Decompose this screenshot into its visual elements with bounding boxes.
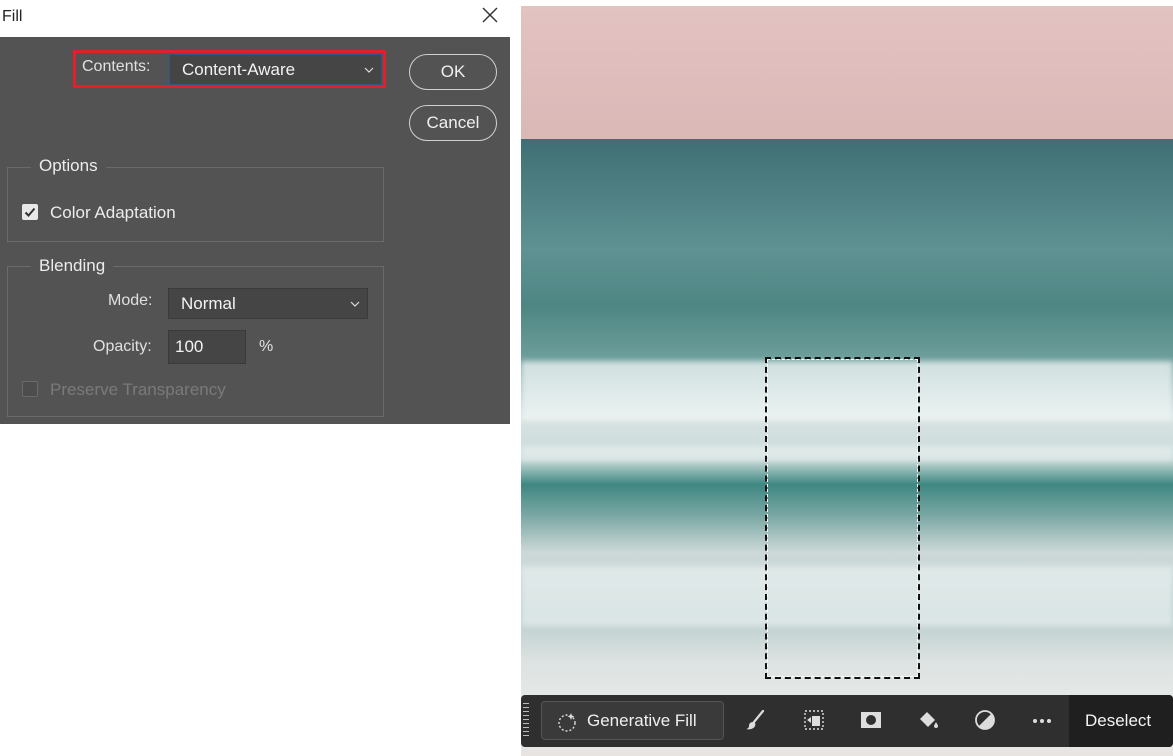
photo-canvas[interactable]: Generative Fill Deselect <box>521 6 1173 756</box>
options-title: Options <box>31 156 106 176</box>
deselect-button[interactable]: Deselect <box>1069 695 1173 747</box>
mode-select[interactable]: Normal <box>168 288 368 319</box>
chevron-down-icon <box>350 301 360 307</box>
contents-label: Contents: <box>82 58 151 75</box>
checkmark-icon <box>24 207 36 217</box>
dialog-titlebar: Fill <box>0 0 510 37</box>
preserve-transparency-label: Preserve Transparency <box>50 380 226 399</box>
close-button[interactable] <box>476 2 504 30</box>
color-adaptation-checkbox[interactable] <box>22 204 38 220</box>
adjustment-icon[interactable] <box>972 707 998 733</box>
drag-handle[interactable] <box>523 703 529 739</box>
contents-select[interactable]: Content-Aware <box>169 54 382 85</box>
more-icon[interactable] <box>1029 707 1055 733</box>
contextual-taskbar: Generative Fill Deselect <box>521 695 1173 747</box>
close-icon <box>482 7 498 23</box>
contents-select-value: Content-Aware <box>182 59 296 79</box>
opacity-label: Opacity: <box>93 338 152 355</box>
brush-icon[interactable] <box>743 707 769 733</box>
generative-fill-label: Generative Fill <box>587 711 697 730</box>
opacity-input[interactable]: 100 <box>168 330 246 364</box>
fill-dialog: Contents: Content-Aware OK Cancel Option… <box>0 37 510 424</box>
mode-select-value: Normal <box>181 293 236 313</box>
dialog-title: Fill <box>2 8 23 25</box>
opacity-unit: % <box>259 338 274 355</box>
deselect-label: Deselect <box>1085 711 1152 730</box>
generative-fill-icon <box>558 713 576 732</box>
sky-area <box>521 6 1173 139</box>
color-adaptation-label: Color Adaptation <box>50 203 176 222</box>
paint-bucket-icon[interactable] <box>915 707 941 733</box>
chevron-down-icon <box>364 67 374 73</box>
generative-fill-button[interactable]: Generative Fill <box>541 701 724 740</box>
marquee-selection[interactable] <box>765 357 920 679</box>
mask-icon[interactable] <box>858 707 884 733</box>
mode-label: Mode: <box>108 292 153 309</box>
ok-button[interactable]: OK <box>409 54 497 90</box>
preserve-transparency-checkbox[interactable] <box>22 381 38 397</box>
cancel-button[interactable]: Cancel <box>409 105 497 141</box>
transform-selection-icon[interactable] <box>801 707 827 733</box>
blending-title: Blending <box>31 256 114 276</box>
